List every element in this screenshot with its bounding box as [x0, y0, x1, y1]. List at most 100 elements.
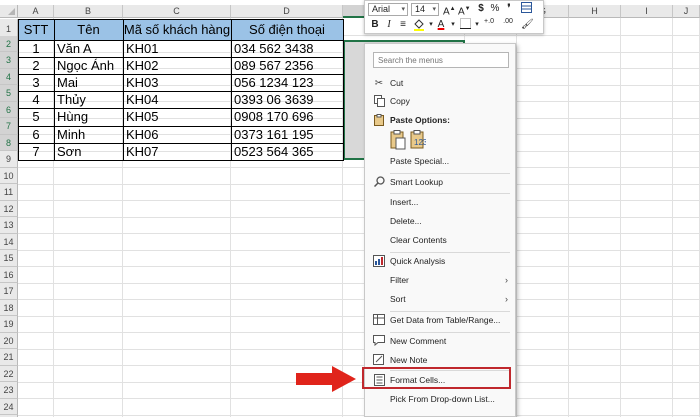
menu-item-format-cells[interactable]: Format Cells...	[365, 371, 515, 390]
menu-item-quick-analysis[interactable]: Quick Analysis	[365, 252, 515, 271]
row-header-9[interactable]: 9	[0, 151, 18, 168]
row-header-14[interactable]: 14	[0, 233, 18, 250]
borders-icon[interactable]	[459, 18, 471, 32]
dollar-button[interactable]: $	[475, 2, 487, 16]
row-header-18[interactable]: 18	[0, 299, 18, 316]
paste-icon[interactable]	[390, 130, 406, 150]
chevron-down-icon[interactable]: ▾	[447, 18, 459, 32]
table-cell[interactable]: 5	[18, 108, 54, 125]
table-cell[interactable]: KH06	[123, 126, 231, 143]
increase-decimal-icon[interactable]: +.0	[483, 18, 495, 32]
row-header-23[interactable]: 23	[0, 382, 18, 399]
align-icon[interactable]: ≡	[397, 18, 409, 32]
table-cell[interactable]: 3	[18, 74, 54, 91]
table-cell[interactable]: 034 562 3438	[231, 40, 343, 57]
menu-item-cut[interactable]: ✂ Cut	[365, 74, 515, 93]
menu-search-input[interactable]	[373, 52, 509, 68]
menu-item-pick-from-list[interactable]: Pick From Drop-down List...	[365, 390, 515, 409]
row-header-17[interactable]: 17	[0, 283, 18, 300]
row-header-16[interactable]: 16	[0, 266, 18, 283]
table-header-cell[interactable]: STT	[18, 19, 54, 40]
decrease-font-icon[interactable]: A▼	[458, 2, 471, 17]
menu-item-get-data[interactable]: Get Data from Table/Range...	[365, 311, 515, 330]
paste-values-icon[interactable]: 123	[410, 130, 428, 150]
table-cell[interactable]: KH02	[123, 57, 231, 74]
row-header-2[interactable]: 2	[0, 35, 18, 52]
menu-item-clear-contents[interactable]: Clear Contents	[365, 231, 515, 250]
menu-item-sort[interactable]: Sort ›	[365, 290, 515, 309]
row-header-4[interactable]: 4	[0, 68, 18, 85]
column-header-b[interactable]: B	[54, 5, 123, 18]
table-cell[interactable]: 056 1234 123	[231, 74, 343, 91]
menu-item-paste-special[interactable]: Paste Special...	[365, 152, 515, 171]
row-header-20[interactable]: 20	[0, 332, 18, 349]
row-header-6[interactable]: 6	[0, 101, 18, 118]
row-header-8[interactable]: 8	[0, 134, 18, 151]
table-cell[interactable]: 0373 161 195	[231, 126, 343, 143]
format-table-icon[interactable]	[520, 2, 532, 16]
menu-item-new-comment[interactable]: New Comment	[365, 332, 515, 351]
table-cell[interactable]: Minh	[54, 126, 123, 143]
table-cell[interactable]: 0393 06 3639	[231, 91, 343, 108]
table-cell[interactable]: Mai	[54, 74, 123, 91]
table-header-cell[interactable]: Số điện thoại	[231, 19, 343, 40]
column-header-j[interactable]: J	[673, 5, 700, 18]
table-cell[interactable]: 0908 170 696	[231, 108, 343, 125]
row-header-24[interactable]: 24	[0, 398, 18, 415]
table-header-cell[interactable]: Tên	[54, 19, 123, 40]
table-cell[interactable]: KH05	[123, 108, 231, 125]
row-header-22[interactable]: 22	[0, 365, 18, 382]
menu-item-insert[interactable]: Insert...	[365, 193, 515, 212]
fill-color-icon[interactable]	[413, 18, 425, 32]
menu-item-new-note[interactable]: New Note	[365, 351, 515, 370]
table-cell[interactable]: Hùng	[54, 108, 123, 125]
table-cell[interactable]: KH07	[123, 143, 231, 160]
row-header-10[interactable]: 10	[0, 167, 18, 184]
column-header-c[interactable]: C	[123, 5, 231, 18]
row-header-11[interactable]: 11	[0, 184, 18, 201]
table-cell[interactable]: 1	[18, 40, 54, 57]
table-cell[interactable]: KH03	[123, 74, 231, 91]
column-header-a[interactable]: A	[18, 5, 54, 18]
format-painter-icon[interactable]: 🖌	[521, 18, 534, 32]
percent-button[interactable]: %	[489, 2, 501, 16]
row-header-12[interactable]: 12	[0, 200, 18, 217]
menu-item-filter[interactable]: Filter ›	[365, 271, 515, 290]
select-all-corner[interactable]	[0, 5, 18, 18]
row-header-21[interactable]: 21	[0, 349, 18, 366]
table-cell[interactable]: 0523 564 365	[231, 143, 343, 160]
row-header-3[interactable]: 3	[0, 52, 18, 69]
row-header-19[interactable]: 19	[0, 316, 18, 333]
italic-button[interactable]: I	[383, 18, 395, 32]
table-cell[interactable]: 4	[18, 91, 54, 108]
table-cell[interactable]: Văn A	[54, 40, 123, 57]
bold-button[interactable]: B	[369, 18, 381, 32]
table-cell[interactable]: KH04	[123, 91, 231, 108]
table-cell[interactable]: 2	[18, 57, 54, 74]
chevron-down-icon[interactable]: ▾	[471, 18, 483, 32]
menu-item-smart-lookup[interactable]: Smart Lookup	[365, 173, 515, 192]
row-header-5[interactable]: 5	[0, 85, 18, 102]
table-cell[interactable]: Sơn	[54, 143, 123, 160]
menu-item-copy[interactable]: Copy	[365, 92, 515, 111]
column-header-i[interactable]: I	[621, 5, 673, 18]
row-header-13[interactable]: 13	[0, 217, 18, 234]
table-header-cell[interactable]: Mã số khách hàng	[123, 19, 231, 40]
table-cell[interactable]: KH01	[123, 40, 231, 57]
row-header-7[interactable]: 7	[0, 118, 18, 135]
menu-item-delete[interactable]: Delete...	[365, 212, 515, 231]
decrease-decimal-icon[interactable]: .00	[501, 18, 515, 32]
table-cell[interactable]: 089 567 2356	[231, 57, 343, 74]
table-cell[interactable]: 7	[18, 143, 54, 160]
table-cell[interactable]: 6	[18, 126, 54, 143]
font-size-select[interactable]: 14 ▾	[411, 3, 439, 16]
column-header-d[interactable]: D	[231, 5, 343, 18]
row-header-15[interactable]: 15	[0, 250, 18, 267]
table-cell[interactable]: Ngọc Ánh	[54, 57, 123, 74]
comma-button[interactable]: ❜	[503, 2, 515, 16]
font-color-icon[interactable]: A	[435, 18, 447, 32]
font-name-select[interactable]: Arial ▾	[368, 3, 408, 16]
column-header-h[interactable]: H	[569, 5, 621, 18]
table-cell[interactable]: Thủy	[54, 91, 123, 108]
increase-font-icon[interactable]: A▲	[443, 2, 456, 17]
